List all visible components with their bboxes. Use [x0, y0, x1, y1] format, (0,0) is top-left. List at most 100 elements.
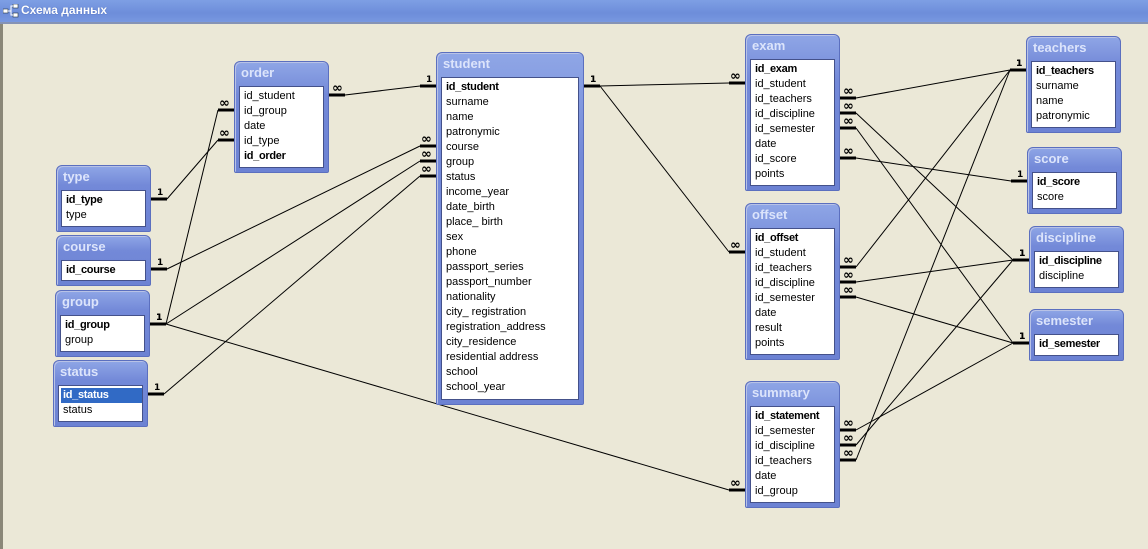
field-item[interactable]: date	[242, 119, 323, 134]
field-item[interactable]: id_student	[444, 80, 578, 95]
field-item[interactable]: status	[444, 170, 578, 185]
table-title[interactable]: teachers	[1027, 37, 1120, 59]
field-item[interactable]: id_order	[242, 149, 323, 164]
table-summary[interactable]: summary id_statement id_semester id_discipl…	[745, 381, 840, 508]
field-item[interactable]: id_student	[242, 89, 323, 104]
table-title[interactable]: discipline	[1030, 227, 1123, 249]
table-title[interactable]: student	[437, 53, 583, 75]
field-item[interactable]: name	[1034, 94, 1115, 109]
field-list[interactable]: id_teachers surname name patronymic	[1031, 61, 1116, 128]
field-item[interactable]: group	[444, 155, 578, 170]
field-item[interactable]: course	[444, 140, 578, 155]
field-item[interactable]: city_residence	[444, 335, 578, 350]
field-item[interactable]: id_student	[753, 77, 834, 92]
field-item[interactable]: points	[753, 167, 834, 182]
table-group[interactable]: group id_group group	[55, 290, 150, 357]
field-item[interactable]: id_discipline	[1037, 254, 1118, 269]
field-item[interactable]: registration_address	[444, 320, 578, 335]
table-title[interactable]: order	[235, 62, 328, 84]
field-item[interactable]: status	[61, 403, 142, 418]
table-teachers[interactable]: teachers id_teachers surname name patronymic	[1026, 36, 1121, 133]
field-item[interactable]: result	[753, 321, 834, 336]
field-list[interactable]: id_group group	[60, 315, 145, 352]
field-item[interactable]: surname	[444, 95, 578, 110]
field-list[interactable]: id_status status	[58, 385, 143, 422]
field-item[interactable]: date	[753, 469, 834, 484]
table-title[interactable]: summary	[746, 382, 839, 404]
field-item[interactable]: name	[444, 110, 578, 125]
field-item[interactable]: id_group	[242, 104, 323, 119]
field-item[interactable]: school_year	[444, 380, 578, 395]
field-list[interactable]: id_course	[61, 260, 146, 281]
field-item[interactable]: id_exam	[753, 62, 834, 77]
table-exam[interactable]: exam id_exam id_student id_teachers id_disci…	[745, 34, 840, 191]
table-semester[interactable]: semester id_semester	[1029, 309, 1124, 361]
field-list[interactable]: id_score score	[1032, 172, 1117, 209]
field-item[interactable]: city_ registration	[444, 305, 578, 320]
field-list[interactable]: id_type type	[61, 190, 146, 227]
field-item[interactable]: id_semester	[753, 122, 834, 137]
table-title[interactable]: status	[54, 361, 147, 383]
field-item[interactable]: id_discipline	[753, 439, 834, 454]
field-item[interactable]: patronymic	[1034, 109, 1115, 124]
field-item[interactable]: residential address	[444, 350, 578, 365]
field-item[interactable]: id_teachers	[753, 454, 834, 469]
table-course[interactable]: course id_course	[56, 235, 151, 286]
table-score[interactable]: score id_score score	[1027, 147, 1122, 214]
field-item[interactable]: id_type	[64, 193, 145, 208]
field-list[interactable]: id_student surname name patronymic course gro…	[441, 77, 579, 400]
field-item[interactable]: id_type	[242, 134, 323, 149]
field-list[interactable]: id_discipline discipline	[1034, 251, 1119, 288]
field-item[interactable]: id_score	[1035, 175, 1116, 190]
field-item[interactable]: type	[64, 208, 145, 223]
field-list[interactable]: id_statement id_semester id_discipline id_t…	[750, 406, 835, 503]
field-item[interactable]: discipline	[1037, 269, 1118, 284]
field-item[interactable]: id_group	[63, 318, 144, 333]
field-item[interactable]: id_status	[61, 388, 142, 403]
field-item[interactable]: passport_series	[444, 260, 578, 275]
field-item[interactable]: place_ birth	[444, 215, 578, 230]
table-title[interactable]: offset	[746, 204, 839, 226]
table-discipline[interactable]: discipline id_discipline discipline	[1029, 226, 1124, 293]
field-list[interactable]: id_semester	[1034, 334, 1119, 356]
field-item[interactable]: id_statement	[753, 409, 834, 424]
field-item[interactable]: id_discipline	[753, 276, 834, 291]
table-title[interactable]: exam	[746, 35, 839, 57]
field-item[interactable]: date_birth	[444, 200, 578, 215]
field-list[interactable]: id_offset id_student id_teachers id_discipl…	[750, 228, 835, 355]
field-item[interactable]: surname	[1034, 79, 1115, 94]
table-status[interactable]: status id_status status	[53, 360, 148, 427]
field-item[interactable]: id_group	[753, 484, 834, 499]
field-item[interactable]: nationality	[444, 290, 578, 305]
field-item[interactable]: id_semester	[753, 291, 834, 306]
field-item[interactable]: patronymic	[444, 125, 578, 140]
table-title[interactable]: score	[1028, 148, 1121, 170]
table-order[interactable]: order id_student id_group date id_type id_ord…	[234, 61, 329, 173]
table-offset[interactable]: offset id_offset id_student id_teachers id_d…	[745, 203, 840, 360]
field-item[interactable]: id_offset	[753, 231, 834, 246]
field-item[interactable]: income_year	[444, 185, 578, 200]
field-list[interactable]: id_student id_group date id_type id_order	[239, 86, 324, 168]
field-item[interactable]: school	[444, 365, 578, 380]
field-item[interactable]: score	[1035, 190, 1116, 205]
field-item[interactable]: id_student	[753, 246, 834, 261]
field-item[interactable]: sex	[444, 230, 578, 245]
field-item[interactable]: id_teachers	[1034, 64, 1115, 79]
table-student[interactable]: student id_student surname name patronymic co…	[436, 52, 584, 405]
field-item[interactable]: id_semester	[1037, 337, 1118, 352]
field-item[interactable]: date	[753, 137, 834, 152]
field-item[interactable]: passport_number	[444, 275, 578, 290]
field-item[interactable]: group	[63, 333, 144, 348]
table-title[interactable]: type	[57, 166, 150, 188]
field-item[interactable]: id_score	[753, 152, 834, 167]
table-title[interactable]: group	[56, 291, 149, 313]
table-title[interactable]: semester	[1030, 310, 1123, 332]
table-title[interactable]: course	[57, 236, 150, 258]
field-item[interactable]: id_course	[64, 263, 145, 278]
field-item[interactable]: id_discipline	[753, 107, 834, 122]
field-item[interactable]: phone	[444, 245, 578, 260]
field-item[interactable]: date	[753, 306, 834, 321]
table-type[interactable]: type id_type type	[56, 165, 151, 232]
field-item[interactable]: points	[753, 336, 834, 351]
field-item[interactable]: id_teachers	[753, 261, 834, 276]
